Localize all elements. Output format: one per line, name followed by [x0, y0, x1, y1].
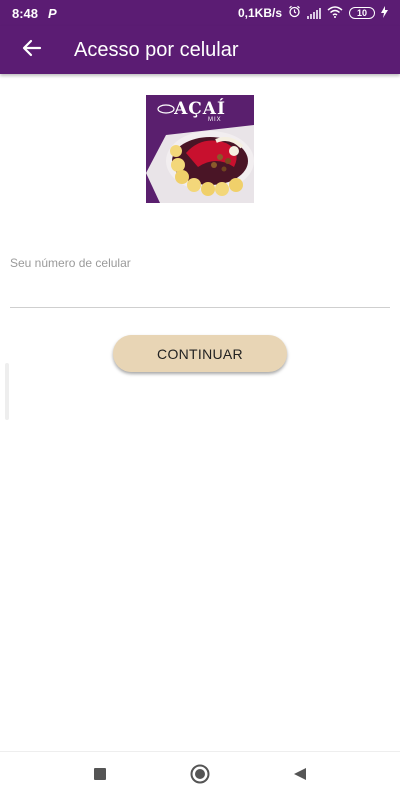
wifi-icon: [327, 5, 343, 21]
status-right: 0,1KB/s 10: [238, 5, 388, 21]
battery-level: 10: [356, 8, 367, 18]
recents-button[interactable]: [85, 761, 115, 791]
status-bar: 8:48 P 0,1KB/s 10: [0, 0, 400, 26]
home-button[interactable]: [185, 761, 215, 791]
alarm-icon: [288, 5, 301, 21]
network-speed: 0,1KB/s: [237, 6, 282, 20]
battery-icon: 10: [349, 7, 375, 19]
recents-square-icon: [94, 767, 106, 785]
signal-icon: [307, 7, 321, 19]
acai-mix-logo: AÇAÍ MIX: [146, 95, 254, 203]
phone-label: Seu número de celular: [10, 256, 131, 270]
arrow-left-icon: [22, 38, 42, 63]
system-nav-bar: [0, 751, 400, 800]
phone-number-input[interactable]: [10, 274, 390, 308]
continue-button[interactable]: CONTINUAR: [113, 335, 287, 372]
status-time: 8:48: [12, 5, 39, 21]
back-button[interactable]: [0, 26, 64, 74]
page-title: Acesso por celular: [74, 38, 239, 61]
home-circle-icon: [190, 764, 210, 789]
logo-sub-text: MIX: [208, 117, 222, 123]
nav-back-button[interactable]: [285, 761, 315, 791]
status-left: 8:48 P: [12, 6, 57, 21]
back-triangle-icon: [293, 767, 307, 786]
p-icon: P: [48, 5, 57, 21]
scroll-indicator: [5, 363, 9, 420]
app-bar: Acesso por celular: [0, 26, 400, 74]
charging-icon: [381, 5, 388, 21]
logo-brand-text: AÇAÍ: [174, 99, 226, 119]
